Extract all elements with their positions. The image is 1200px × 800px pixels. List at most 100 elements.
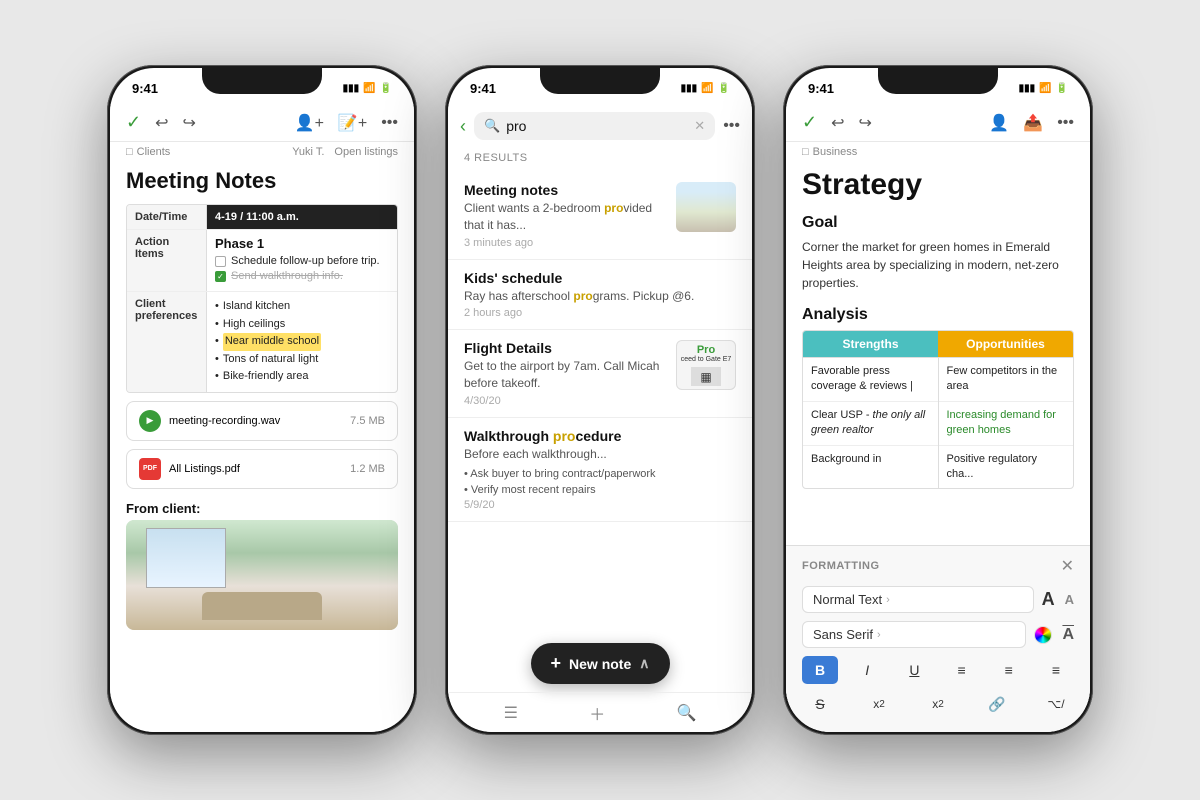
result-2-title: Kids' schedule	[464, 270, 736, 286]
new-note-button[interactable]: + New note ∧	[531, 643, 670, 684]
add-note-icon[interactable]: 📝+	[338, 113, 367, 133]
search-box[interactable]: 🔍 pro ✕	[474, 112, 715, 140]
result-4-snippet: Before each walkthrough...	[464, 446, 736, 463]
action-item-2: ✓ Send walkthrough info.	[215, 270, 389, 282]
italic-button[interactable]: I	[849, 656, 885, 684]
result-item-3[interactable]: Flight Details Get to the airport by 7am…	[448, 330, 752, 418]
clear-search-icon[interactable]: ✕	[694, 118, 705, 134]
action-item-1: Schedule follow-up before trip.	[215, 255, 389, 267]
undo-icon[interactable]: ↩	[155, 113, 168, 133]
notch-3	[878, 68, 998, 94]
p3-more-icon[interactable]: •••	[1057, 114, 1074, 132]
signal-icon-2: ▮▮▮	[681, 83, 698, 94]
pref-list: •Island kitchen •High ceilings •Near mid…	[215, 298, 389, 386]
pref-5-text: Bike-friendly area	[223, 368, 309, 386]
p3-analysis-label: Analysis	[786, 302, 1090, 330]
strikethrough-button[interactable]: S	[802, 690, 838, 718]
opportunity-3: Positive regulatory cha...	[939, 446, 1074, 489]
result-item-2[interactable]: Kids' schedule Ray has afterschool progr…	[448, 260, 752, 331]
p3-redo-icon[interactable]: ↪	[859, 113, 872, 133]
breadcrumb-person[interactable]: Yuki T.	[292, 146, 324, 158]
result-2-text: Kids' schedule Ray has afterschool progr…	[464, 270, 736, 320]
search-input[interactable]: pro	[506, 118, 688, 134]
p3-breadcrumb-label[interactable]: Business	[813, 146, 858, 158]
checkbox-1[interactable]	[215, 256, 226, 267]
table-cell-prefs-label: Client preferences	[127, 292, 207, 392]
nav-search-icon[interactable]: 🔍	[676, 703, 696, 723]
checkbox-2[interactable]: ✓	[215, 271, 226, 282]
p3-breadcrumb: □ Business	[786, 142, 1090, 164]
p3-person-icon[interactable]: 👤	[989, 113, 1009, 133]
code-button[interactable]: ⌥/	[1038, 690, 1074, 718]
attachment-2[interactable]: PDF All Listings.pdf 1.2 MB	[126, 449, 398, 489]
status-icons-1: ▮▮▮ 📶 🔋	[343, 83, 392, 94]
r4-pre: Walkthrough	[464, 428, 553, 444]
text-color-icon[interactable]: A	[1062, 626, 1074, 644]
table-cell-prefs-value: •Island kitchen •High ceilings •Near mid…	[207, 292, 397, 392]
result-item-1[interactable]: Meeting notes Client wants a 2-bedroom p…	[448, 172, 752, 260]
ticket-qr: ▦	[691, 367, 721, 387]
strength-1: Favorable press coverage & reviews |	[803, 358, 938, 402]
pref-item-5: •Bike-friendly area	[215, 368, 389, 386]
snippet-2-pre: Ray has afterschool	[464, 289, 573, 303]
p3-undo-icon[interactable]: ↩	[831, 113, 844, 133]
redo-icon[interactable]: ↪	[183, 113, 196, 133]
align-center-button[interactable]: ≡	[991, 656, 1027, 684]
pref-4-text: Tons of natural light	[223, 351, 318, 369]
style2-chevron: ›	[877, 629, 881, 641]
p3-swot-body: Favorable press coverage & reviews | Cle…	[803, 357, 1073, 488]
text-large-icon[interactable]: A	[1042, 589, 1055, 610]
result-2-snippet: Ray has afterschool programs. Pickup @6.	[464, 288, 736, 305]
result-item-4[interactable]: Walkthrough procedure Before each walkth…	[448, 418, 752, 522]
signal-icon: ▮▮▮	[343, 83, 360, 94]
sans-serif-label: Sans Serif	[813, 627, 873, 642]
breadcrumb-label[interactable]: Clients	[137, 146, 171, 158]
table-cell-action-label: Action Items	[127, 230, 207, 291]
subscript-button[interactable]: x2	[920, 690, 956, 718]
wifi-icon-2: 📶	[701, 83, 713, 94]
snippet-1-pre: Client wants a 2-bedroom	[464, 201, 604, 215]
sans-serif-button[interactable]: Sans Serif ›	[802, 621, 1026, 648]
fmt-color-icons: A	[1034, 626, 1074, 644]
table-cell-datetime-label: Date/Time	[127, 205, 207, 229]
result-4-bullets: • Ask buyer to bring contract/paperwork …	[464, 466, 736, 499]
table-row-prefs: Client preferences •Island kitchen •High…	[127, 292, 397, 392]
breadcrumb-listings[interactable]: Open listings	[334, 146, 398, 158]
p3-breadcrumb-icon: □	[802, 146, 809, 158]
p3-share-icon[interactable]: 📤	[1023, 113, 1043, 133]
nav-plus-icon[interactable]: ＋	[589, 701, 605, 725]
fmt-close-icon[interactable]: ✕	[1061, 556, 1074, 576]
color-picker-icon[interactable]	[1034, 626, 1052, 644]
battery-icon-3: 🔋	[1056, 83, 1068, 94]
attachment-1[interactable]: ▶ meeting-recording.wav 7.5 MB	[126, 401, 398, 441]
check-icon[interactable]: ✓	[126, 112, 141, 133]
more-icon[interactable]: •••	[381, 114, 398, 132]
align-left-button[interactable]: ≡	[944, 656, 980, 684]
swot-opportunities-col: Few competitors in the area Increasing d…	[939, 357, 1074, 488]
result-3-text: Flight Details Get to the airport by 7am…	[464, 340, 666, 407]
p3-swot-header: Strengths Opportunities	[803, 331, 1073, 357]
snippet-2-highlight: pro	[573, 289, 592, 303]
superscript-button[interactable]: x2	[861, 690, 897, 718]
add-person-icon[interactable]: 👤+	[295, 113, 324, 133]
pref-3-text: Near middle school	[223, 333, 321, 351]
align-right-button[interactable]: ≡	[1038, 656, 1074, 684]
p3-page-title: Strategy	[786, 164, 1090, 210]
p3-check-icon[interactable]: ✓	[802, 112, 817, 133]
normal-text-button[interactable]: Normal Text ›	[802, 586, 1034, 613]
text-small-icon[interactable]: A	[1065, 592, 1074, 607]
p1-page-title: Meeting Notes	[110, 164, 414, 204]
underline-button[interactable]: U	[896, 656, 932, 684]
bold-button[interactable]: B	[802, 656, 838, 684]
search-more-icon[interactable]: •••	[723, 117, 740, 135]
formatting-panel: FORMATTING ✕ Normal Text › A A	[786, 545, 1090, 732]
new-note-expand-icon: ∧	[639, 655, 649, 672]
result-1-time: 3 minutes ago	[464, 237, 666, 249]
nav-menu-icon[interactable]: ☰	[504, 703, 518, 723]
attachment-2-size: 1.2 MB	[350, 463, 385, 475]
table-cell-datetime-value: 4-19 / 11:00 a.m.	[207, 205, 397, 229]
result-1-text: Meeting notes Client wants a 2-bedroom p…	[464, 182, 666, 249]
back-icon[interactable]: ‹	[460, 116, 466, 137]
link-button[interactable]: 🔗	[979, 690, 1015, 718]
result-3-snippet: Get to the airport by 7am. Call Micah be…	[464, 358, 666, 392]
